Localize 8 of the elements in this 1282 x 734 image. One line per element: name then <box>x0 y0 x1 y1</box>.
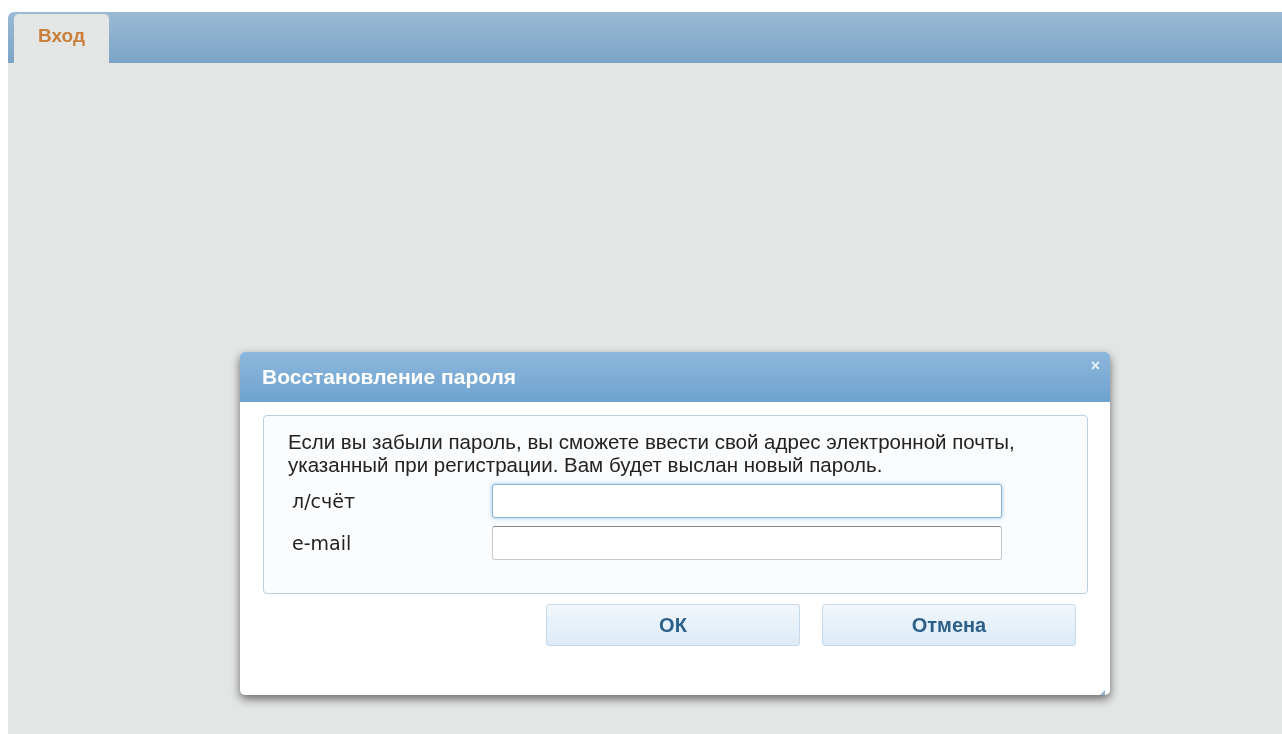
input-field[interactable] <box>492 526 1002 560</box>
dialog-title: Восстановление пароля <box>262 365 517 389</box>
dialog-button[interactable]: ОК <box>546 604 800 646</box>
dialog-button[interactable]: Отмена <box>822 604 1076 646</box>
field-label: л/счёт <box>291 490 356 512</box>
instruction-text: Если вы забыли пароль, вы сможете ввести свой адрес электронной почты, указанный при регистрации. Вам будет выслан новый пароль. <box>288 430 1016 476</box>
field-label: e-mail <box>291 532 353 554</box>
input-field[interactable] <box>492 484 1002 518</box>
